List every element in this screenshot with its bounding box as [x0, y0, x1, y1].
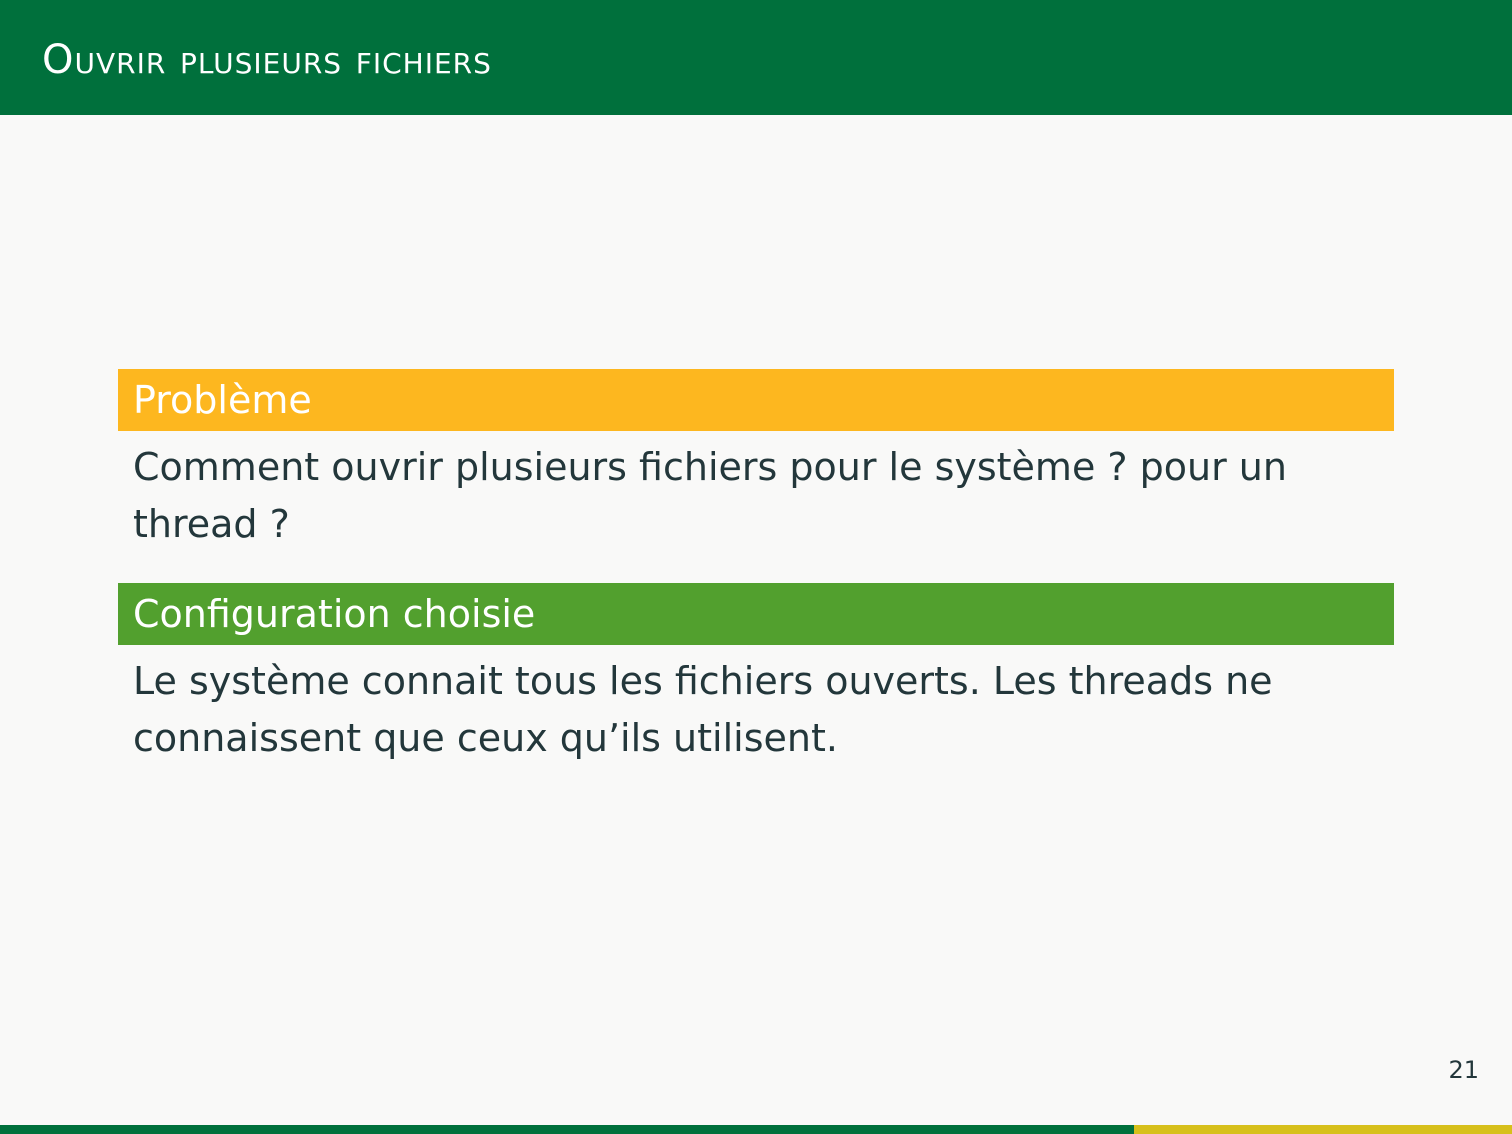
configuration-block-title: Configuration choisie: [118, 583, 1394, 645]
problem-block-body: Comment ouvrir plusieurs fichiers pour l…: [133, 445, 1287, 546]
problem-block-title: Problème: [118, 369, 1394, 431]
progress-bar: [0, 1125, 1512, 1134]
slide-header: Ouvrir plusieurs fichiers: [0, 0, 1512, 115]
configuration-block-body: Le système connait tous les fichiers ouv…: [133, 659, 1273, 760]
page-number: 21: [1448, 1056, 1479, 1084]
progress-bar-fill: [0, 1125, 1134, 1134]
slide-title: Ouvrir plusieurs fichiers: [42, 37, 492, 83]
configuration-block: Configuration choisie Le système connait…: [118, 583, 1394, 767]
problem-block: Problème Comment ouvrir plusieurs fichie…: [118, 369, 1394, 553]
